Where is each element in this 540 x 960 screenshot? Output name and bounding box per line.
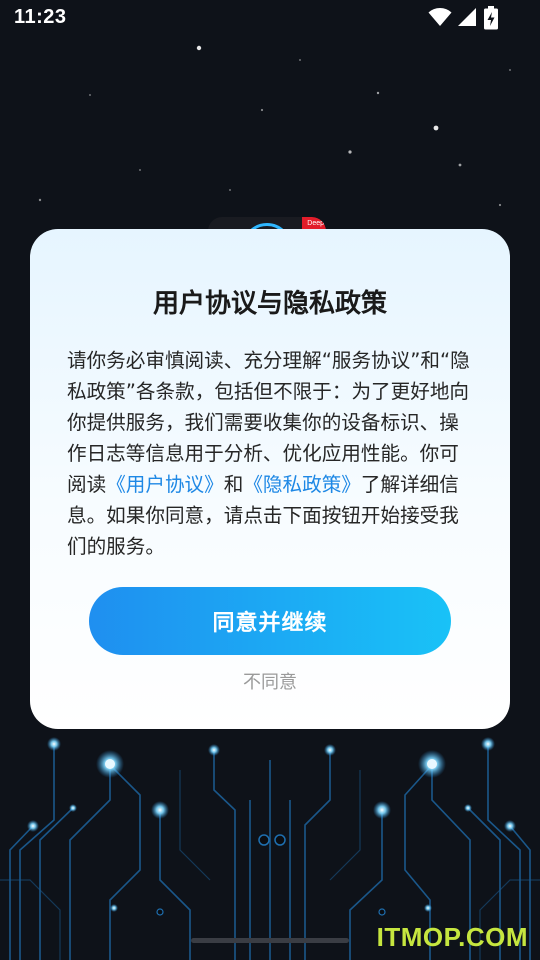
privacy-policy-link[interactable]: 《隐私政策》 <box>243 473 361 496</box>
home-indicator[interactable] <box>191 938 349 943</box>
status-time: 11:23 <box>14 6 67 28</box>
dialog-body-text: 和 <box>223 473 244 496</box>
cell-signal-icon <box>458 8 476 26</box>
app-icon-badge-text: Deep <box>307 220 324 227</box>
disagree-button[interactable]: 不同意 <box>30 668 510 694</box>
battery-charging-icon <box>484 6 498 30</box>
agreement-dialog: 用户协议与隐私政策 请你务必审慎阅读、充分理解“服务协议”和“隐私政策”各条款，… <box>30 229 510 729</box>
dialog-body: 请你务必审慎阅读、充分理解“服务协议”和“隐私政策”各条款，包括但不限于：为了更… <box>67 345 477 562</box>
wifi-icon <box>428 8 452 26</box>
dialog-title: 用户协议与隐私政策 <box>152 289 387 319</box>
user-agreement-link[interactable]: 《用户协议》 <box>106 473 224 496</box>
agree-continue-button[interactable]: 同意并继续 <box>89 587 451 655</box>
status-bar: 11:23 <box>0 0 540 38</box>
watermark: ITMOP.COM <box>376 922 528 952</box>
